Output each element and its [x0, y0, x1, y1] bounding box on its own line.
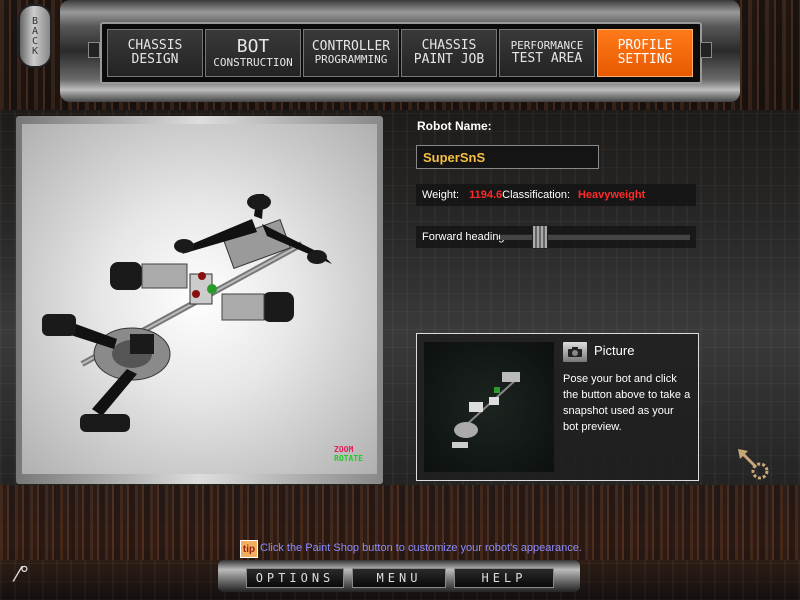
classification-value: Heavyweight: [578, 189, 646, 201]
camera-icon: [568, 347, 582, 357]
tab-label-line1: BOT: [236, 35, 270, 57]
gear-arrow-icon: [738, 449, 769, 480]
zoom-legend-label: ZOOM: [334, 445, 354, 454]
classification-label: Classification:: [502, 189, 570, 201]
tab-chassis-paint-job[interactable]: CHASSIS PAINT JOB: [401, 29, 497, 77]
weight-label: Weight:: [422, 189, 460, 201]
nav-bolt-left: [88, 42, 100, 58]
hint-text: Click the Paint Shop button to customize…: [260, 542, 582, 554]
stats-row: Weight: 1194.6 Classification: Heavyweig…: [416, 184, 696, 206]
tab-label-line1: PROFILE: [617, 38, 673, 54]
tab-bot-construction[interactable]: BOT CONSTRUCTION: [205, 29, 301, 77]
tab-label-line1: CHASSIS: [421, 38, 477, 54]
back-button[interactable]: BACK: [18, 4, 52, 68]
bot-preview-image: [424, 342, 554, 472]
tab-label-line1: CONTROLLER: [311, 39, 391, 55]
tab-controller-programming[interactable]: CONTROLLER PROGRAMMING: [303, 29, 399, 77]
logo-mark-icon: ⁄°: [16, 562, 30, 586]
forward-heading-slider-track[interactable]: [500, 234, 690, 240]
weight-value: 1194.6: [469, 189, 503, 201]
tab-profile-setting[interactable]: PROFILE SETTING: [597, 29, 693, 77]
rotate-legend-label: ROTATE: [334, 454, 363, 463]
tab-performance-test-area[interactable]: PERFORMANCE TEST AREA: [499, 29, 595, 77]
robot-model-graphic: [42, 194, 332, 432]
robot-name-input[interactable]: [416, 145, 599, 169]
robot-name-label: Robot Name:: [417, 119, 492, 133]
tab-label-line2: PAINT JOB: [413, 52, 485, 67]
help-button[interactable]: HELP: [454, 568, 554, 588]
tab-label-line2: TEST AREA: [511, 50, 583, 66]
robot-3d-viewer[interactable]: [22, 124, 377, 474]
tab-chassis-design[interactable]: CHASSIS DESIGN: [107, 29, 203, 77]
forward-heading-label: Forward heading:: [422, 231, 508, 243]
nav-bolt-right: [700, 42, 712, 58]
snapshot-camera-button[interactable]: [562, 341, 588, 363]
picture-title: Picture: [594, 343, 635, 358]
back-label: BACK: [29, 16, 41, 56]
picture-description: Pose your bot and click the button above…: [563, 373, 691, 433]
tab-label-line2: DESIGN: [131, 52, 179, 67]
tab-label-line2: CONSTRUCTION: [213, 55, 293, 69]
tab-label-line1: CHASSIS: [127, 38, 183, 54]
options-button[interactable]: OPTIONS: [246, 568, 344, 588]
forward-heading-slider-thumb[interactable]: [531, 225, 548, 249]
tab-label-line2: SETTING: [617, 52, 673, 67]
menu-button[interactable]: MENU: [352, 568, 446, 588]
zoom-rotate-legend: ZOOM ROTATE: [334, 445, 363, 463]
tab-label-line2: PROGRAMMING: [314, 53, 388, 67]
bot-preview-graphic: [452, 372, 520, 448]
tip-icon[interactable]: tip: [240, 540, 258, 558]
